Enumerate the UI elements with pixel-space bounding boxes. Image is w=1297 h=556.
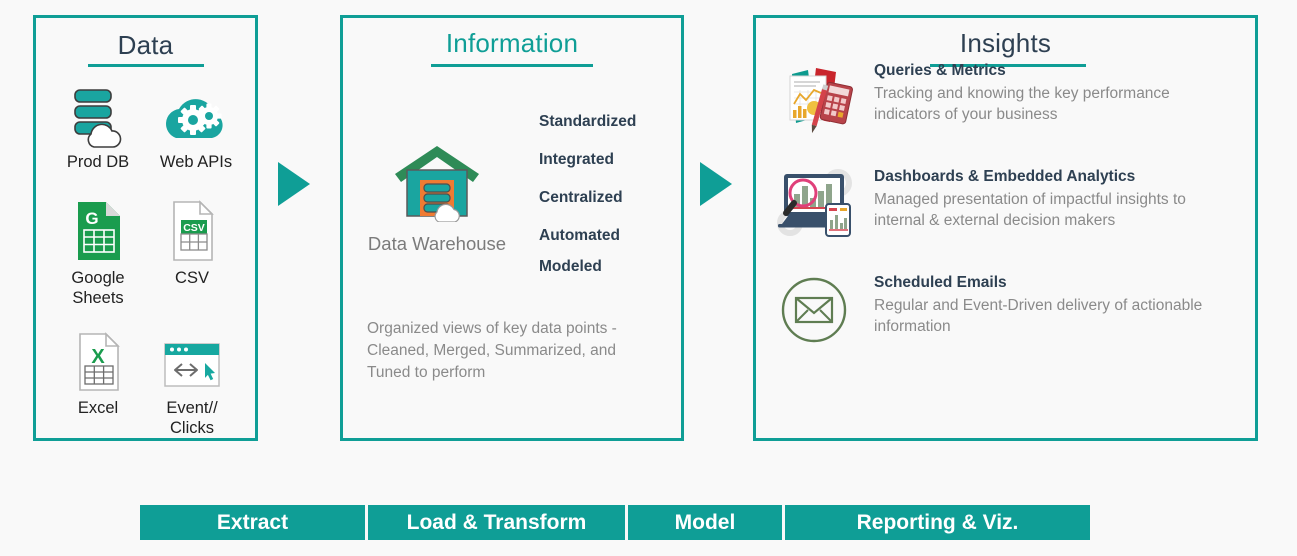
- arrow-data-to-information: [278, 162, 310, 206]
- source-event-clicks: Event// Clicks: [146, 326, 238, 438]
- source-excel: X Excel: [52, 326, 144, 418]
- excel-file-icon: X: [52, 326, 144, 394]
- source-csv-label: CSV: [175, 269, 209, 287]
- insight-queries-metrics: Queries & Metrics Tracking and knowing t…: [774, 60, 1224, 140]
- insight-body: Managed presentation of impactful insigh…: [874, 191, 1186, 229]
- database-cloud-icon: [52, 80, 144, 148]
- insight-heading: Queries & Metrics: [874, 62, 1006, 79]
- dashboard-monitor-icon: [774, 166, 860, 246]
- insight-heading: Dashboards & Embedded Analytics: [874, 168, 1136, 185]
- panel-data-title-rule: [88, 64, 204, 67]
- process-bar-model[interactable]: Model: [628, 505, 782, 540]
- information-attribute-list: Standardized Integrated Centralized Auto…: [539, 113, 636, 296]
- panel-insights: Insights Queries & Metrics Tracking and …: [753, 15, 1258, 441]
- attribute-item: Centralized: [539, 189, 623, 206]
- cloud-gears-icon: [146, 80, 246, 148]
- process-bar-load-transform[interactable]: Load & Transform: [368, 505, 625, 540]
- panel-data-title: Data: [117, 30, 174, 60]
- source-web-apis-label: Web APIs: [159, 153, 233, 171]
- attribute-item: Integrated: [539, 151, 614, 168]
- attribute-item: Automated: [539, 227, 620, 244]
- source-excel-label: Excel: [77, 399, 119, 417]
- process-bar-reporting-viz[interactable]: Reporting & Viz.: [785, 505, 1090, 540]
- insight-scheduled-emails-text: Scheduled Emails Regular and Event-Drive…: [874, 272, 1224, 352]
- source-prod-db: Prod DB: [52, 80, 144, 172]
- insight-body: Tracking and knowing the key performance…: [874, 85, 1170, 123]
- source-google-sheets: G Google Sheets: [52, 196, 144, 308]
- panel-information-title-rule: [431, 64, 593, 67]
- insight-scheduled-emails: Scheduled Emails Regular and Event-Drive…: [774, 272, 1224, 352]
- svg-text:CSV: CSV: [183, 222, 205, 234]
- google-sheets-icon: G: [52, 196, 144, 264]
- svg-text:X: X: [91, 346, 105, 368]
- source-google-sheets-label-line2: Sheets: [72, 289, 124, 307]
- source-event-clicks-label-line1: Event//: [166, 399, 218, 417]
- data-warehouse-block: Data Warehouse: [357, 138, 517, 255]
- panel-data: Data Prod DB Web APIs G Google Sheets CS…: [33, 15, 258, 441]
- process-bar-extract[interactable]: Extract: [140, 505, 365, 540]
- insight-dashboards-analytics: Dashboards & Embedded Analytics Managed …: [774, 166, 1224, 246]
- insight-queries-metrics-text: Queries & Metrics Tracking and knowing t…: [874, 60, 1224, 140]
- insight-dashboards-analytics-text: Dashboards & Embedded Analytics Managed …: [874, 166, 1224, 246]
- report-calculator-icon: [774, 60, 860, 140]
- panel-insights-title: Insights: [959, 28, 1052, 58]
- information-description: Organized views of key data points - Cle…: [367, 320, 617, 381]
- attribute-item: Standardized: [539, 113, 637, 130]
- browser-events-icon: [146, 326, 238, 394]
- csv-file-icon: CSV: [146, 196, 238, 264]
- source-csv: CSV CSV: [146, 196, 238, 288]
- data-warehouse-label: Data Warehouse: [367, 233, 507, 254]
- source-prod-db-label: Prod DB: [66, 153, 130, 171]
- insight-heading: Scheduled Emails: [874, 274, 1007, 291]
- source-web-apis: Web APIs: [146, 80, 246, 172]
- envelope-circle-icon: [774, 272, 860, 352]
- data-warehouse-icon: [357, 138, 517, 227]
- diagram-canvas: Data Prod DB Web APIs G Google Sheets CS…: [0, 0, 1297, 556]
- source-event-clicks-label-line2: Clicks: [170, 419, 214, 437]
- panel-information-title: Information: [445, 28, 579, 58]
- arrow-information-to-insights: [700, 162, 732, 206]
- insight-body: Regular and Event-Driven delivery of act…: [874, 297, 1203, 335]
- source-google-sheets-label-line1: Google: [71, 269, 125, 287]
- attribute-item: Modeled: [539, 258, 602, 275]
- panel-information: Information Data Warehouse Standardized …: [340, 15, 684, 441]
- svg-text:G: G: [85, 209, 98, 228]
